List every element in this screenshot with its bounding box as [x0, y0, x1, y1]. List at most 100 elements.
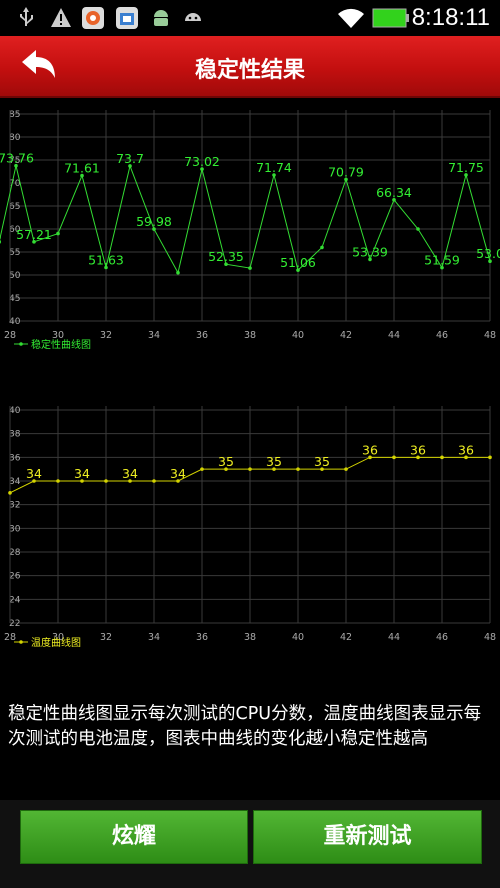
y-tick-label: 50: [9, 271, 21, 281]
x-tick-label: 28: [4, 632, 16, 643]
data-label: 34: [122, 466, 138, 481]
y-tick-label: 34: [9, 477, 21, 487]
data-label: 34: [26, 466, 42, 481]
data-label: 51.06: [280, 255, 316, 270]
page-title: 稳定性结果: [194, 58, 305, 83]
x-tick-label: 40: [292, 330, 304, 341]
x-tick-label: 40: [292, 632, 304, 643]
legend-label: 稳定性曲线图: [31, 338, 91, 351]
x-tick-label: 34: [148, 632, 160, 643]
warning-icon: [51, 8, 71, 27]
y-tick-label: 85: [9, 110, 20, 120]
data-label: 59.98: [136, 214, 172, 229]
x-tick-label: 32: [100, 330, 112, 341]
data-label: 51.63: [88, 253, 124, 268]
x-tick-label: 46: [436, 330, 448, 341]
data-label: 71.61: [64, 161, 100, 176]
bottom-button-bar: 炫耀 重新测试: [0, 800, 500, 888]
description-text: 稳定性曲线图显示每次测试的CPU分数，温度曲线图表显示每次测试的电池温度，图表中…: [8, 704, 482, 749]
data-label: 34: [170, 466, 186, 481]
data-point: [320, 245, 324, 250]
y-tick-label: 24: [9, 595, 21, 605]
data-label: 3: [0, 232, 2, 247]
android-debug-icon: [185, 13, 201, 21]
data-label: 73.7: [116, 151, 144, 166]
y-tick-label: 40: [9, 317, 21, 327]
data-label: 35: [266, 454, 282, 469]
data-label: 71.75: [448, 160, 484, 175]
y-tick-label: 26: [9, 572, 21, 582]
y-tick-label: 32: [9, 501, 20, 511]
usb-icon: [20, 7, 33, 26]
x-tick-label: 34: [148, 330, 160, 341]
data-label: 35: [314, 454, 330, 469]
data-point: [152, 479, 156, 483]
y-tick-label: 36: [9, 453, 21, 463]
store-icon: [116, 7, 138, 29]
legend-marker: [19, 342, 23, 346]
data-point: [248, 467, 252, 471]
legend-marker: [19, 640, 23, 644]
data-point: [248, 266, 252, 270]
data-point: [200, 467, 204, 471]
x-tick-label: 36: [196, 330, 208, 341]
y-tick-label: 38: [9, 430, 21, 440]
data-point: [56, 479, 60, 483]
status-bar: 8:18:11: [0, 0, 500, 36]
data-label: 52.35: [208, 249, 244, 264]
data-point: [296, 467, 300, 471]
data-label: 51.59: [424, 253, 460, 268]
app-notification-icon: [82, 7, 104, 29]
y-tick-label: 30: [9, 524, 21, 534]
y-tick-label: 22: [9, 619, 20, 629]
data-point: [344, 467, 348, 471]
data-label: 53.0: [476, 246, 500, 261]
x-tick-label: 48: [484, 330, 496, 341]
y-tick-label: 55: [9, 248, 20, 258]
x-tick-label: 48: [484, 632, 496, 643]
y-tick-label: 80: [9, 133, 21, 143]
x-tick-label: 44: [388, 330, 400, 341]
x-tick-label: 32: [100, 632, 112, 643]
data-label: 71.74: [256, 160, 292, 175]
status-time: 8:18:11: [411, 4, 490, 31]
x-tick-label: 44: [388, 632, 400, 643]
temperature-chart: 2224262830323436384028 30 32 34 36 38 40 42 44 46…: [4, 406, 496, 649]
data-label: 57.21: [16, 227, 52, 242]
stability-chart: 4045505560657075808528 30 32 34 36 38 40 42 44 46…: [0, 110, 500, 351]
y-tick-label: 40: [9, 406, 21, 416]
data-point: [8, 491, 12, 495]
x-tick-label: 42: [340, 330, 352, 341]
data-point: [440, 455, 444, 460]
data-label: 70.79: [328, 164, 364, 179]
data-point: [392, 455, 396, 460]
data-point: [176, 270, 180, 275]
y-tick-label: 28: [9, 548, 21, 558]
x-tick-label: 38: [244, 330, 256, 341]
y-tick-label: 65: [9, 202, 20, 212]
battery-icon: [372, 8, 409, 28]
android-icon: [154, 10, 168, 26]
data-label: 36: [458, 442, 474, 457]
data-label: 34: [74, 466, 90, 481]
retest-button[interactable]: 重新测试: [253, 810, 482, 864]
y-tick-label: 45: [9, 294, 20, 304]
data-label: 36: [410, 442, 426, 457]
title-bar: 稳定性结果: [0, 36, 500, 98]
stability-line: [0, 164, 491, 275]
data-label: 73.02: [184, 154, 220, 169]
x-tick-label: 42: [340, 632, 352, 643]
data-point: [56, 231, 60, 236]
data-label: 66.34: [376, 185, 412, 200]
wifi-icon: [338, 8, 364, 28]
data-point: [104, 479, 108, 483]
x-tick-label: 36: [196, 632, 208, 643]
data-label: 73.76: [0, 151, 34, 166]
data-label: 53.39: [352, 244, 388, 259]
x-tick-label: 46: [436, 632, 448, 643]
legend-label: 温度曲线图: [31, 636, 81, 649]
data-point: [416, 227, 420, 231]
data-point: [488, 455, 492, 460]
show-off-button[interactable]: 炫耀: [20, 810, 248, 864]
x-tick-label: 28: [4, 330, 16, 341]
